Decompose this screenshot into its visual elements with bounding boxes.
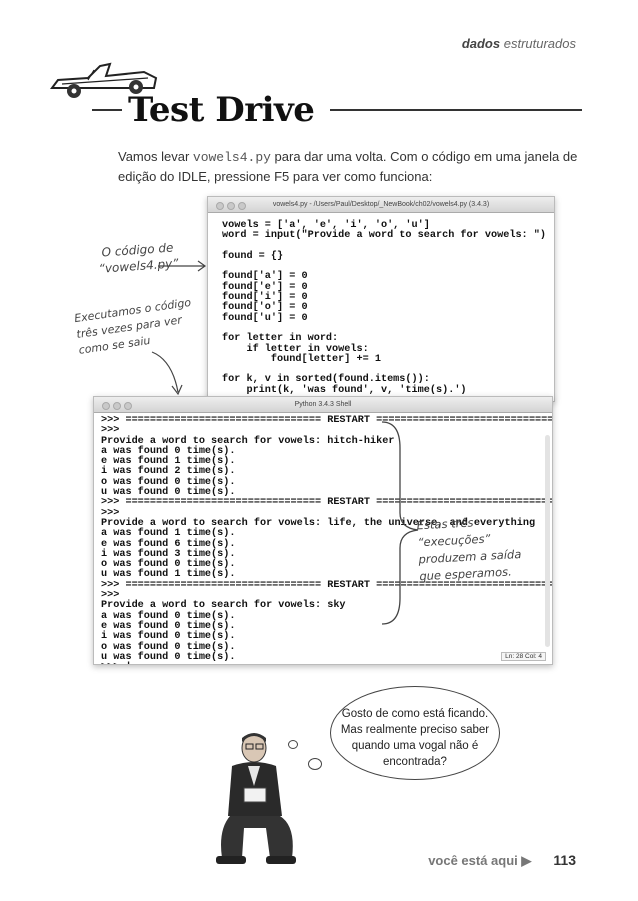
footer-you-are-here: você está aqui ▶	[428, 853, 532, 868]
shell-title: Python 3.4.3 Shell	[294, 401, 352, 408]
editor-code[interactable]: vowels = ['a', 'e', 'i', 'o', 'u'] word …	[208, 213, 554, 396]
window-controls[interactable]	[216, 201, 249, 216]
editor-title: vowels4.py - /Users/Paul/Desktop/_NewBoo…	[272, 201, 490, 208]
section-header-light: estruturados	[503, 36, 576, 51]
intro-paragraph: Vamos levar vowels4.py para dar uma volt…	[118, 147, 588, 186]
person-illustration	[216, 733, 296, 864]
title-rule-left	[92, 109, 122, 111]
thought-dot	[308, 758, 322, 770]
editor-titlebar: vowels4.py - /Users/Paul/Desktop/_NewBoo…	[208, 197, 554, 213]
shell-titlebar: Python 3.4.3 Shell	[94, 397, 552, 413]
page-footer: você está aqui ▶ 113	[428, 852, 576, 869]
intro-text: Vamos levar	[118, 149, 193, 164]
idle-editor-window[interactable]: vowels4.py - /Users/Paul/Desktop/_NewBoo…	[207, 196, 555, 402]
section-header-bold: dados	[461, 36, 501, 51]
title-rule-right	[330, 109, 582, 111]
thought-bubble-text: Gosto de como está ficando. Mas realment…	[340, 708, 490, 768]
window-controls[interactable]	[102, 401, 135, 416]
section-header: dados estruturados	[462, 36, 576, 51]
arrow-icon	[151, 260, 207, 396]
page-title: Test Drive	[128, 90, 315, 130]
shell-status: Ln: 28 Col: 4	[501, 652, 546, 661]
intro-filename: vowels4.py	[192, 150, 271, 165]
annotation-output-note: Estas três “execuções” produzem a saída …	[416, 515, 522, 584]
page-number: 113	[553, 852, 576, 868]
